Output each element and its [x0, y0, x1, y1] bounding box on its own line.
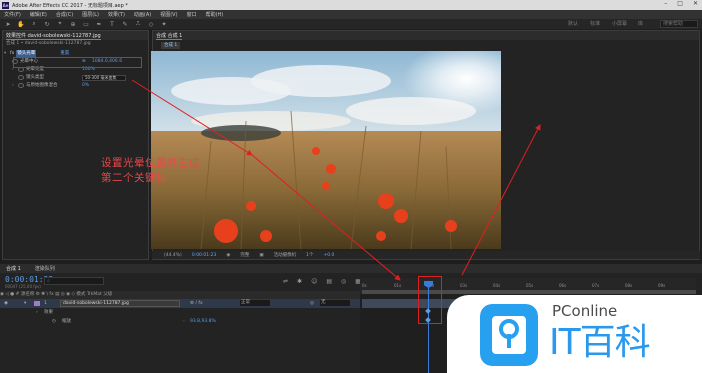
pconline-logo-icon: [480, 304, 538, 366]
watermark-brand: PConline: [552, 302, 618, 320]
watermark-tagline: IT百科: [549, 322, 651, 363]
arrow-to-flare: [461, 124, 541, 276]
arrow-to-keyframe: [251, 154, 401, 281]
arrow-to-canvas: [131, 79, 253, 156]
